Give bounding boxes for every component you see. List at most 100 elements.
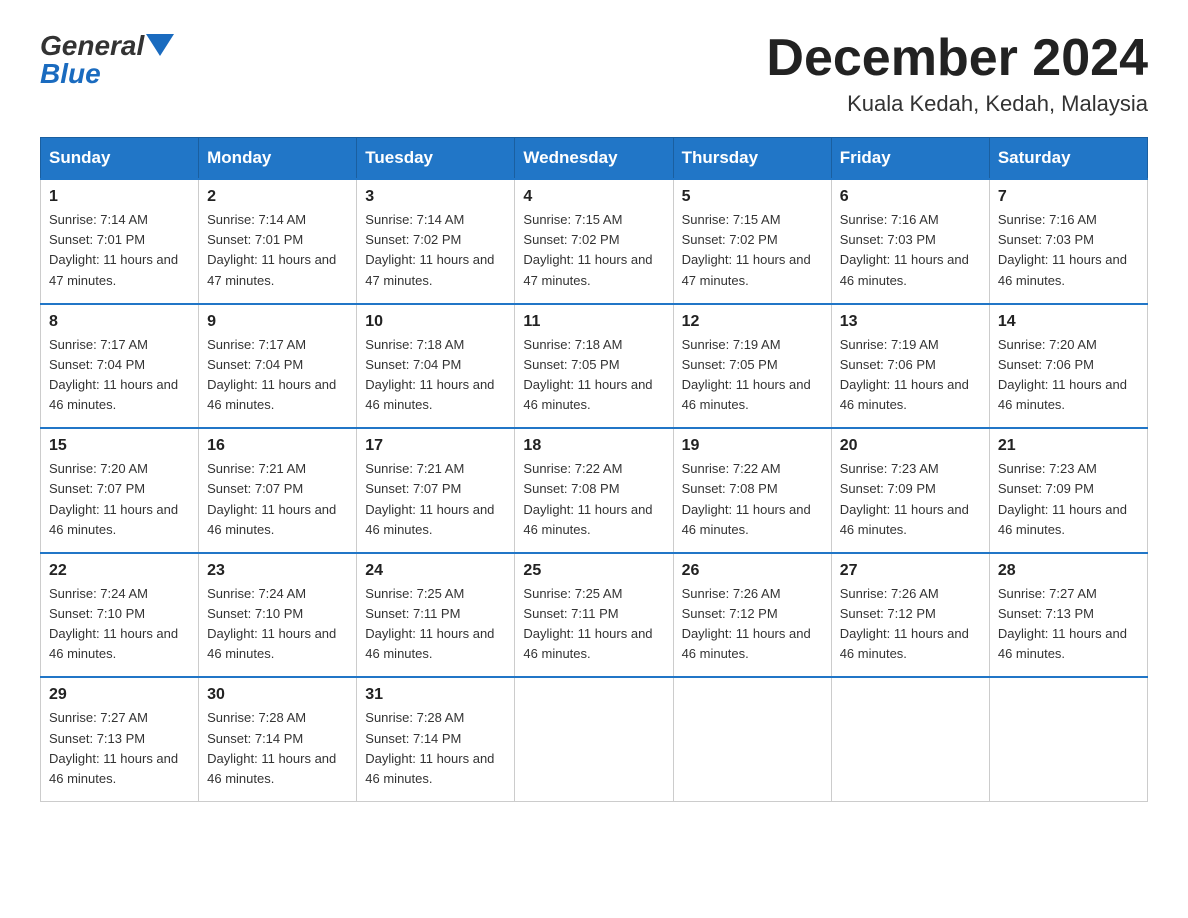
calendar-cell: 13 Sunrise: 7:19 AMSunset: 7:06 PMDaylig… — [831, 304, 989, 429]
calendar-cell: 2 Sunrise: 7:14 AMSunset: 7:01 PMDayligh… — [199, 179, 357, 304]
day-info: Sunrise: 7:21 AMSunset: 7:07 PMDaylight:… — [207, 459, 348, 540]
day-info: Sunrise: 7:22 AMSunset: 7:08 PMDaylight:… — [682, 459, 823, 540]
day-number: 24 — [365, 562, 506, 580]
day-number: 8 — [49, 313, 190, 331]
header-wednesday: Wednesday — [515, 138, 673, 180]
day-info: Sunrise: 7:21 AMSunset: 7:07 PMDaylight:… — [365, 459, 506, 540]
calendar-cell: 23 Sunrise: 7:24 AMSunset: 7:10 PMDaylig… — [199, 553, 357, 678]
calendar-cell: 1 Sunrise: 7:14 AMSunset: 7:01 PMDayligh… — [41, 179, 199, 304]
calendar-header: SundayMondayTuesdayWednesdayThursdayFrid… — [41, 138, 1148, 180]
day-number: 13 — [840, 313, 981, 331]
day-info: Sunrise: 7:17 AMSunset: 7:04 PMDaylight:… — [49, 335, 190, 416]
week-row-5: 29 Sunrise: 7:27 AMSunset: 7:13 PMDaylig… — [41, 677, 1148, 801]
day-number: 16 — [207, 437, 348, 455]
day-info: Sunrise: 7:20 AMSunset: 7:07 PMDaylight:… — [49, 459, 190, 540]
day-info: Sunrise: 7:23 AMSunset: 7:09 PMDaylight:… — [998, 459, 1139, 540]
day-info: Sunrise: 7:24 AMSunset: 7:10 PMDaylight:… — [207, 584, 348, 665]
header-saturday: Saturday — [989, 138, 1147, 180]
day-info: Sunrise: 7:26 AMSunset: 7:12 PMDaylight:… — [682, 584, 823, 665]
location: Kuala Kedah, Kedah, Malaysia — [766, 91, 1148, 117]
day-info: Sunrise: 7:16 AMSunset: 7:03 PMDaylight:… — [998, 210, 1139, 291]
week-row-4: 22 Sunrise: 7:24 AMSunset: 7:10 PMDaylig… — [41, 553, 1148, 678]
logo-triangle-icon — [146, 34, 174, 56]
header-monday: Monday — [199, 138, 357, 180]
calendar-cell: 29 Sunrise: 7:27 AMSunset: 7:13 PMDaylig… — [41, 677, 199, 801]
day-info: Sunrise: 7:25 AMSunset: 7:11 PMDaylight:… — [523, 584, 664, 665]
day-info: Sunrise: 7:26 AMSunset: 7:12 PMDaylight:… — [840, 584, 981, 665]
month-title: December 2024 — [766, 30, 1148, 87]
calendar-cell — [673, 677, 831, 801]
calendar-cell: 27 Sunrise: 7:26 AMSunset: 7:12 PMDaylig… — [831, 553, 989, 678]
calendar-cell: 11 Sunrise: 7:18 AMSunset: 7:05 PMDaylig… — [515, 304, 673, 429]
calendar-cell: 20 Sunrise: 7:23 AMSunset: 7:09 PMDaylig… — [831, 428, 989, 553]
day-info: Sunrise: 7:25 AMSunset: 7:11 PMDaylight:… — [365, 584, 506, 665]
logo: General Blue — [40, 30, 174, 90]
calendar-cell: 30 Sunrise: 7:28 AMSunset: 7:14 PMDaylig… — [199, 677, 357, 801]
day-number: 28 — [998, 562, 1139, 580]
header-thursday: Thursday — [673, 138, 831, 180]
day-info: Sunrise: 7:18 AMSunset: 7:04 PMDaylight:… — [365, 335, 506, 416]
week-row-3: 15 Sunrise: 7:20 AMSunset: 7:07 PMDaylig… — [41, 428, 1148, 553]
day-number: 3 — [365, 188, 506, 206]
day-info: Sunrise: 7:15 AMSunset: 7:02 PMDaylight:… — [682, 210, 823, 291]
day-info: Sunrise: 7:24 AMSunset: 7:10 PMDaylight:… — [49, 584, 190, 665]
day-number: 10 — [365, 313, 506, 331]
day-number: 7 — [998, 188, 1139, 206]
title-section: December 2024 Kuala Kedah, Kedah, Malays… — [766, 30, 1148, 117]
header-friday: Friday — [831, 138, 989, 180]
day-number: 6 — [840, 188, 981, 206]
calendar-cell — [831, 677, 989, 801]
day-number: 12 — [682, 313, 823, 331]
day-info: Sunrise: 7:19 AMSunset: 7:05 PMDaylight:… — [682, 335, 823, 416]
day-number: 25 — [523, 562, 664, 580]
calendar-cell: 9 Sunrise: 7:17 AMSunset: 7:04 PMDayligh… — [199, 304, 357, 429]
day-number: 1 — [49, 188, 190, 206]
day-number: 21 — [998, 437, 1139, 455]
day-number: 23 — [207, 562, 348, 580]
day-number: 31 — [365, 686, 506, 704]
calendar-cell: 6 Sunrise: 7:16 AMSunset: 7:03 PMDayligh… — [831, 179, 989, 304]
day-info: Sunrise: 7:14 AMSunset: 7:01 PMDaylight:… — [207, 210, 348, 291]
calendar-cell: 18 Sunrise: 7:22 AMSunset: 7:08 PMDaylig… — [515, 428, 673, 553]
calendar-cell: 21 Sunrise: 7:23 AMSunset: 7:09 PMDaylig… — [989, 428, 1147, 553]
day-number: 19 — [682, 437, 823, 455]
day-info: Sunrise: 7:19 AMSunset: 7:06 PMDaylight:… — [840, 335, 981, 416]
calendar-cell: 14 Sunrise: 7:20 AMSunset: 7:06 PMDaylig… — [989, 304, 1147, 429]
calendar-cell: 19 Sunrise: 7:22 AMSunset: 7:08 PMDaylig… — [673, 428, 831, 553]
calendar-cell: 5 Sunrise: 7:15 AMSunset: 7:02 PMDayligh… — [673, 179, 831, 304]
day-number: 15 — [49, 437, 190, 455]
calendar-cell: 24 Sunrise: 7:25 AMSunset: 7:11 PMDaylig… — [357, 553, 515, 678]
calendar-cell: 31 Sunrise: 7:28 AMSunset: 7:14 PMDaylig… — [357, 677, 515, 801]
day-info: Sunrise: 7:18 AMSunset: 7:05 PMDaylight:… — [523, 335, 664, 416]
day-number: 20 — [840, 437, 981, 455]
day-info: Sunrise: 7:22 AMSunset: 7:08 PMDaylight:… — [523, 459, 664, 540]
day-info: Sunrise: 7:14 AMSunset: 7:01 PMDaylight:… — [49, 210, 190, 291]
calendar-cell: 12 Sunrise: 7:19 AMSunset: 7:05 PMDaylig… — [673, 304, 831, 429]
page-header: General Blue December 2024 Kuala Kedah, … — [40, 30, 1148, 117]
week-row-2: 8 Sunrise: 7:17 AMSunset: 7:04 PMDayligh… — [41, 304, 1148, 429]
calendar-cell: 22 Sunrise: 7:24 AMSunset: 7:10 PMDaylig… — [41, 553, 199, 678]
day-info: Sunrise: 7:27 AMSunset: 7:13 PMDaylight:… — [49, 708, 190, 789]
calendar-cell — [515, 677, 673, 801]
day-info: Sunrise: 7:14 AMSunset: 7:02 PMDaylight:… — [365, 210, 506, 291]
day-number: 22 — [49, 562, 190, 580]
day-info: Sunrise: 7:28 AMSunset: 7:14 PMDaylight:… — [365, 708, 506, 789]
day-number: 5 — [682, 188, 823, 206]
day-number: 11 — [523, 313, 664, 331]
header-tuesday: Tuesday — [357, 138, 515, 180]
day-number: 14 — [998, 313, 1139, 331]
day-number: 27 — [840, 562, 981, 580]
header-row: SundayMondayTuesdayWednesdayThursdayFrid… — [41, 138, 1148, 180]
calendar-cell: 17 Sunrise: 7:21 AMSunset: 7:07 PMDaylig… — [357, 428, 515, 553]
day-number: 18 — [523, 437, 664, 455]
calendar-cell: 26 Sunrise: 7:26 AMSunset: 7:12 PMDaylig… — [673, 553, 831, 678]
calendar-cell: 16 Sunrise: 7:21 AMSunset: 7:07 PMDaylig… — [199, 428, 357, 553]
calendar-cell: 7 Sunrise: 7:16 AMSunset: 7:03 PMDayligh… — [989, 179, 1147, 304]
calendar-cell: 10 Sunrise: 7:18 AMSunset: 7:04 PMDaylig… — [357, 304, 515, 429]
calendar-cell: 8 Sunrise: 7:17 AMSunset: 7:04 PMDayligh… — [41, 304, 199, 429]
day-info: Sunrise: 7:23 AMSunset: 7:09 PMDaylight:… — [840, 459, 981, 540]
day-info: Sunrise: 7:28 AMSunset: 7:14 PMDaylight:… — [207, 708, 348, 789]
logo-text-blue: Blue — [40, 58, 101, 90]
day-number: 4 — [523, 188, 664, 206]
day-info: Sunrise: 7:15 AMSunset: 7:02 PMDaylight:… — [523, 210, 664, 291]
